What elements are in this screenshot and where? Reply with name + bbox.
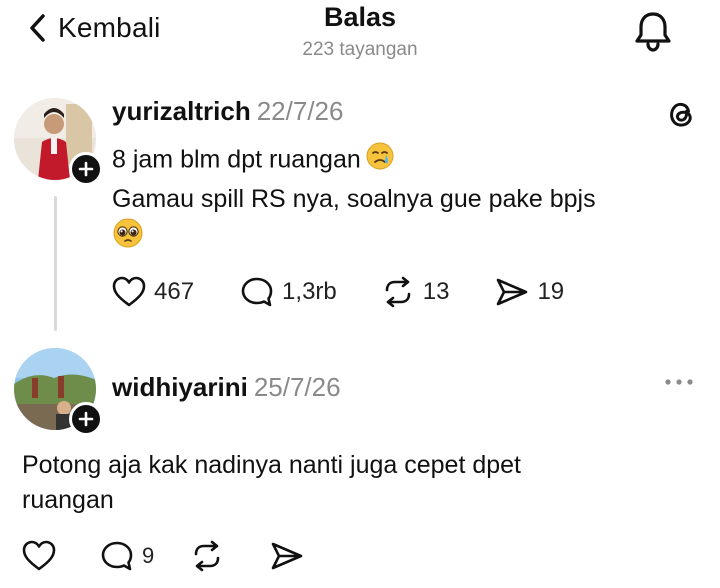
heart-icon — [112, 276, 146, 307]
view-count: 223 tayangan — [302, 39, 418, 60]
reply-line-1: Potong aja kak nadinya nanti juga cepet … — [22, 451, 521, 479]
threads-logo[interactable] — [664, 96, 698, 135]
repost-icon — [194, 540, 220, 572]
threads-icon — [670, 102, 692, 127]
reply-reply-button[interactable]: 9 — [100, 540, 154, 572]
author-username[interactable]: yurizaltrich — [112, 96, 251, 126]
more-dots-icon — [665, 379, 693, 385]
post-actions: 467 1,3rb 13 19 — [112, 276, 564, 308]
crying-face-icon — [365, 141, 395, 181]
reply-author[interactable]: widhiyarini 25/7/26 — [112, 372, 341, 403]
comment-icon — [241, 277, 273, 307]
send-icon — [497, 278, 528, 306]
reply-line-2: ruangan — [22, 485, 114, 514]
top-bar: Kembali Balas 223 tayangan — [0, 0, 720, 70]
repost-icon — [385, 276, 411, 308]
reply-repost-button[interactable] — [190, 540, 224, 572]
reply-follow-button[interactable] — [69, 402, 103, 436]
repost-count: 13 — [422, 278, 450, 305]
post-author[interactable]: yurizaltrich 22/7/26 — [112, 96, 343, 127]
post-body: 8 jam blm dpt ruangan Gamau spill RS nya… — [112, 141, 596, 259]
reply-body: Potong aja kak nadinya nanti juga cepet … — [22, 448, 521, 517]
page-title: Balas — [323, 2, 397, 32]
bell-icon — [635, 12, 671, 52]
follow-button[interactable] — [69, 152, 103, 186]
more-options-button[interactable] — [664, 374, 694, 392]
like-button[interactable]: 467 — [112, 276, 194, 308]
reply-button[interactable]: 1,3rb — [240, 276, 337, 308]
title-block: Balas 223 tayangan — [0, 2, 720, 61]
reply-actions: 9 — [22, 540, 304, 572]
reply-reply-count: 9 — [142, 543, 155, 568]
share-button[interactable]: 19 — [495, 276, 564, 308]
pleading-face-icon — [112, 217, 144, 259]
reply-like-button[interactable] — [22, 540, 56, 572]
plus-icon — [78, 161, 94, 177]
post-date: 22/7/26 — [256, 96, 344, 126]
reply-count: 1,3rb — [282, 278, 337, 305]
plus-icon — [78, 411, 94, 427]
share-count: 19 — [537, 278, 565, 305]
notifications-button[interactable] — [632, 10, 674, 57]
repost-button[interactable]: 13 — [381, 276, 450, 308]
thread-line — [54, 196, 57, 331]
send-icon — [271, 542, 303, 570]
post-line-1: 8 jam blm dpt ruangan — [112, 141, 596, 181]
post-line-3 — [112, 217, 596, 259]
comment-icon — [101, 541, 133, 571]
post-line-2: Gamau spill RS nya, soalnya gue pake bpj… — [112, 185, 596, 213]
reply-date: 25/7/26 — [253, 372, 341, 402]
reply-username[interactable]: widhiyarini — [112, 372, 248, 402]
heart-icon — [22, 540, 56, 571]
like-count: 467 — [154, 278, 195, 305]
post-line-1-text: 8 jam blm dpt ruangan — [112, 145, 361, 174]
reply-share-button[interactable] — [270, 540, 304, 572]
